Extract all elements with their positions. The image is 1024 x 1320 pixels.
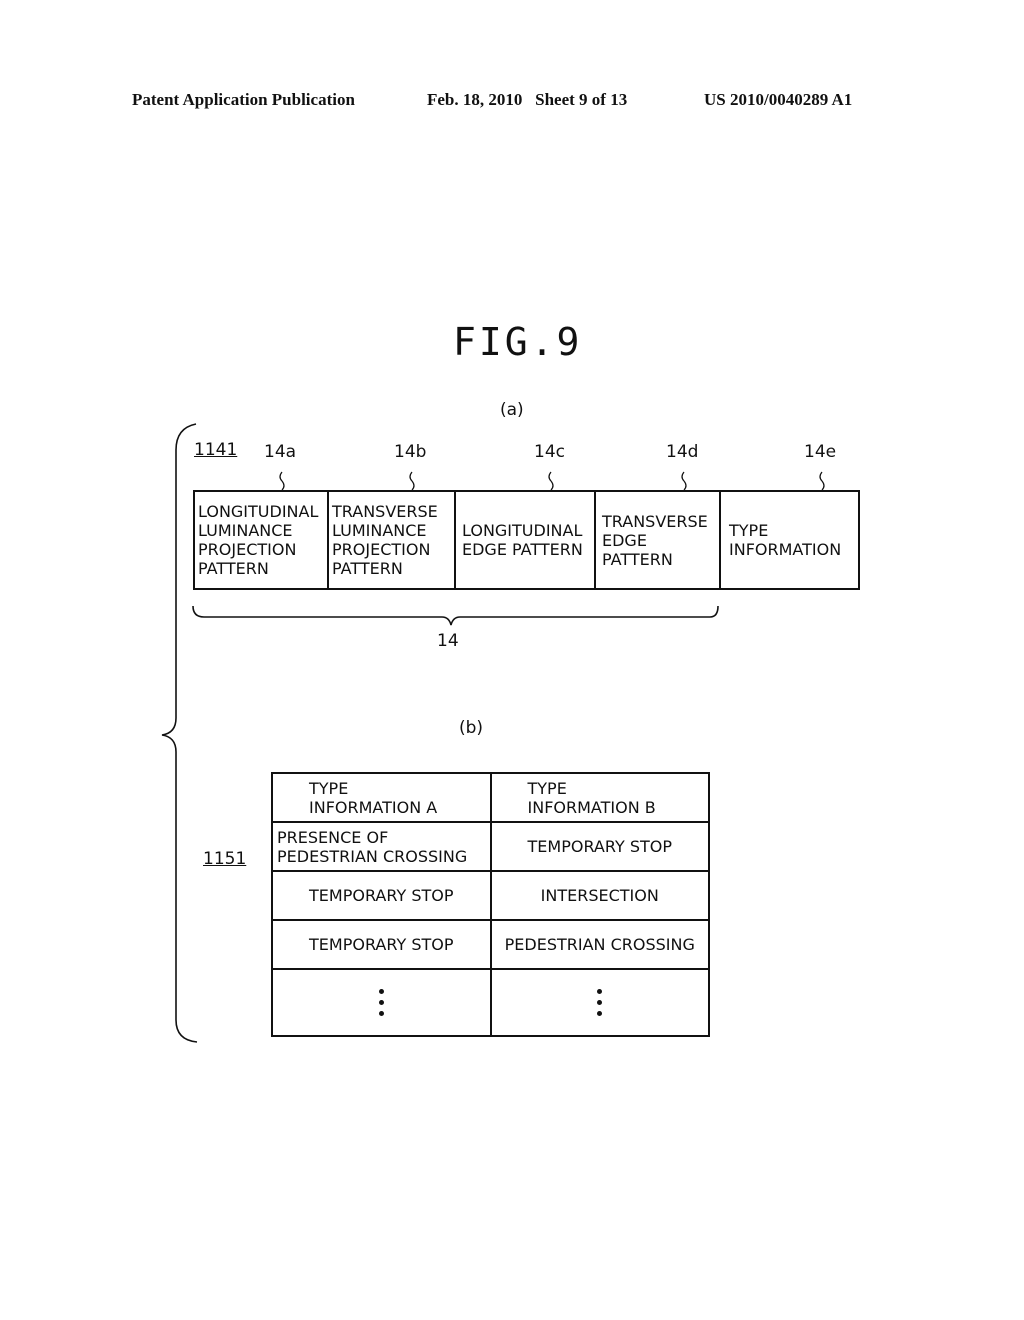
field-ref-14d: 14d <box>666 442 699 462</box>
field-ref-14a: 14a <box>264 442 297 462</box>
field-ref-14b: 14b <box>394 442 427 462</box>
cell-a: PRESENCE OF PEDESTRIAN CROSSING <box>271 821 492 872</box>
cell-a: TEMPORARY STOP <box>271 870 492 921</box>
header-type-b: TYPE INFORMATION B <box>489 772 710 823</box>
table-header-row: TYPE INFORMATION A TYPE INFORMATION B <box>271 772 710 823</box>
cell-a: TEMPORARY STOP <box>271 919 492 970</box>
leader-14a <box>279 471 285 491</box>
group-brace-14 <box>192 605 719 626</box>
cell-b: PEDESTRIAN CROSSING <box>489 919 710 970</box>
type-relation-table: TYPE INFORMATION A TYPE INFORMATION B PR… <box>271 772 710 1037</box>
field-longitudinal-luminance: LONGITUDINAL LUMINANCE PROJECTION PATTER… <box>195 492 329 588</box>
table-row: TEMPORARY STOP INTERSECTION <box>271 870 710 921</box>
part-a-label: (a) <box>500 400 524 420</box>
outer-brace <box>161 423 198 1043</box>
vertical-ellipsis-icon <box>277 989 486 1016</box>
header-type-a: TYPE INFORMATION A <box>271 772 492 823</box>
part-b-label: (b) <box>459 718 484 738</box>
record-ref: 1141 <box>194 440 238 460</box>
table-ref: 1151 <box>203 849 247 869</box>
leader-14c <box>548 471 554 491</box>
field-ref-14e: 14e <box>804 442 837 462</box>
leader-14e <box>819 471 825 491</box>
field-transverse-edge: TRANSVERSE EDGE PATTERN <box>596 492 721 588</box>
leader-14d <box>681 471 687 491</box>
ellipsis-cell <box>489 968 710 1037</box>
figure-lines <box>161 423 825 1043</box>
field-type-information: TYPE INFORMATION <box>729 521 842 559</box>
table-continuation-row <box>271 968 710 1037</box>
ellipsis-cell <box>271 968 492 1037</box>
field-longitudinal-edge: LONGITUDINAL EDGE PATTERN <box>456 492 596 588</box>
vertical-ellipsis-icon <box>496 989 705 1016</box>
field-ref-14c: 14c <box>534 442 565 462</box>
group-ref-14: 14 <box>437 631 459 651</box>
cell-b: INTERSECTION <box>489 870 710 921</box>
record-1141: LONGITUDINAL LUMINANCE PROJECTION PATTER… <box>193 490 860 590</box>
cell-b: TEMPORARY STOP <box>489 821 710 872</box>
table-row: PRESENCE OF PEDESTRIAN CROSSING TEMPORAR… <box>271 821 710 872</box>
leader-14b <box>409 471 415 491</box>
table-row: TEMPORARY STOP PEDESTRIAN CROSSING <box>271 919 710 970</box>
field-transverse-luminance: TRANSVERSE LUMINANCE PROJECTION PATTERN <box>329 492 456 588</box>
